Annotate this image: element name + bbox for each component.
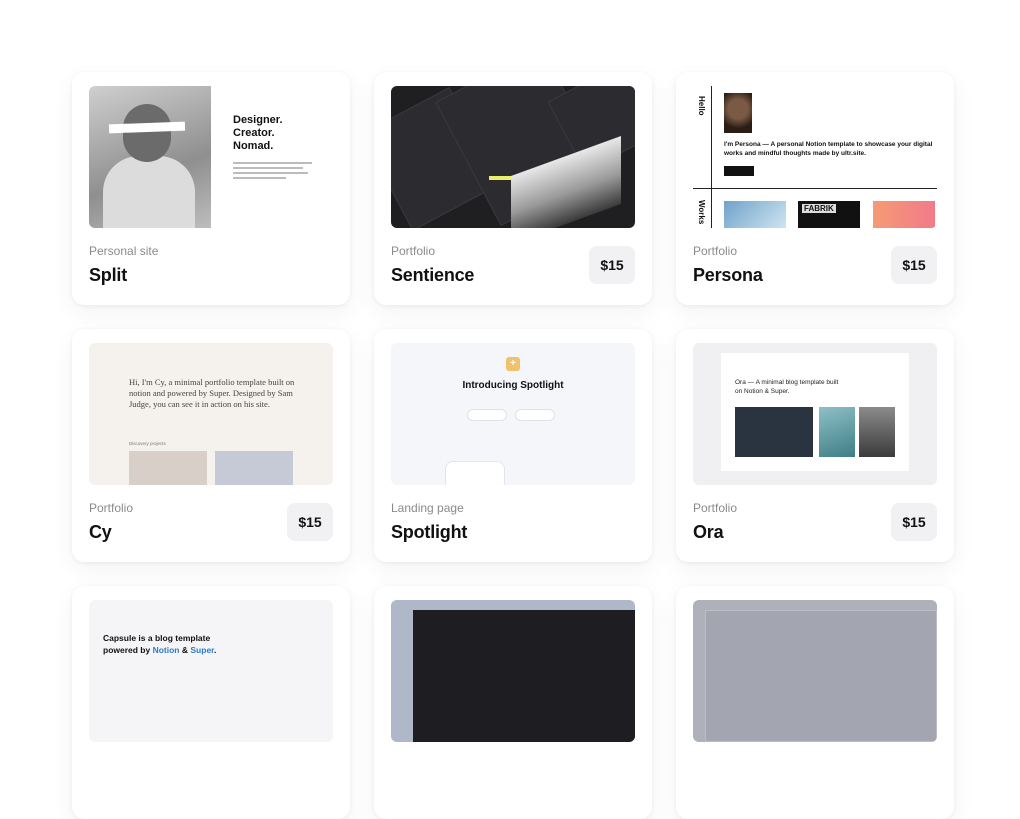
portrait-photo	[89, 86, 211, 228]
avatar	[724, 93, 752, 133]
template-card-spotlight[interactable]: + Introducing Spotlight Landing page Spo…	[374, 329, 652, 562]
card-title: Spotlight	[391, 522, 468, 542]
split-text-lines	[233, 162, 321, 182]
price-badge: $15	[589, 246, 635, 284]
price-badge: $15	[891, 246, 937, 284]
card-title: Cy	[89, 522, 112, 542]
card-category: Portfolio	[693, 244, 738, 258]
fabrik-tag: FABRIK	[802, 204, 836, 213]
spotlight-logo-icon: +	[506, 357, 520, 371]
split-preview: Designer. Creator. Nomad.	[89, 86, 333, 228]
card-category: Portfolio	[89, 501, 134, 515]
card-category: Personal site	[89, 244, 159, 258]
phone-mockup	[445, 461, 505, 485]
hello-label: Hello	[697, 96, 706, 116]
capsule-preview: Capsule is a blog template powered by No…	[89, 600, 333, 742]
card-category: Portfolio	[391, 244, 436, 258]
sentience-preview	[391, 86, 635, 228]
card-title: Split	[89, 265, 127, 285]
template-card-capsule[interactable]: Capsule is a blog template powered by No…	[72, 586, 350, 819]
template-card-cy[interactable]: Hi, I'm Cy, a minimal portfolio template…	[72, 329, 350, 562]
price-badge: $15	[287, 503, 333, 541]
card-category: Portfolio	[693, 501, 738, 515]
card-title: Sentience	[391, 265, 475, 285]
template-card-ora[interactable]: Ora — A minimal blog template built on N…	[676, 329, 954, 562]
template-card-sentience[interactable]: Portfolio Sentience $15	[374, 72, 652, 305]
capsule-text: Capsule is a blog template powered by No…	[103, 633, 217, 655]
template-card-split[interactable]: Designer. Creator. Nomad. Personal site …	[72, 72, 350, 305]
card-title: Ora	[693, 522, 724, 542]
persona-preview: Hello Works I'm Persona — A personal Not…	[693, 86, 937, 228]
ora-preview: Ora — A minimal blog template built on N…	[693, 343, 937, 485]
gray-preview	[693, 600, 937, 742]
cy-intro-text: Hi, I'm Cy, a minimal portfolio template…	[129, 377, 295, 409]
template-card-persona[interactable]: Hello Works I'm Persona — A personal Not…	[676, 72, 954, 305]
cy-section-label: Discovery projects	[129, 441, 166, 446]
template-card-gray[interactable]	[676, 586, 954, 819]
works-label: Works	[697, 200, 706, 225]
card-title: Persona	[693, 265, 763, 285]
ora-heading: Ora — A minimal blog template built on N…	[735, 379, 839, 395]
template-grid: Designer. Creator. Nomad. Personal site …	[72, 72, 954, 819]
persona-blurb: I'm Persona — A personal Notion template…	[724, 141, 933, 157]
cy-preview: Hi, I'm Cy, a minimal portfolio template…	[89, 343, 333, 485]
spotlight-heading: Introducing Spotlight	[462, 380, 564, 391]
template-card-dark[interactable]	[374, 586, 652, 819]
card-category: Landing page	[391, 501, 464, 515]
spotlight-preview: + Introducing Spotlight	[391, 343, 635, 485]
dark-preview	[391, 600, 635, 742]
price-badge: $15	[891, 503, 937, 541]
split-hero-text: Designer. Creator. Nomad.	[233, 114, 283, 152]
